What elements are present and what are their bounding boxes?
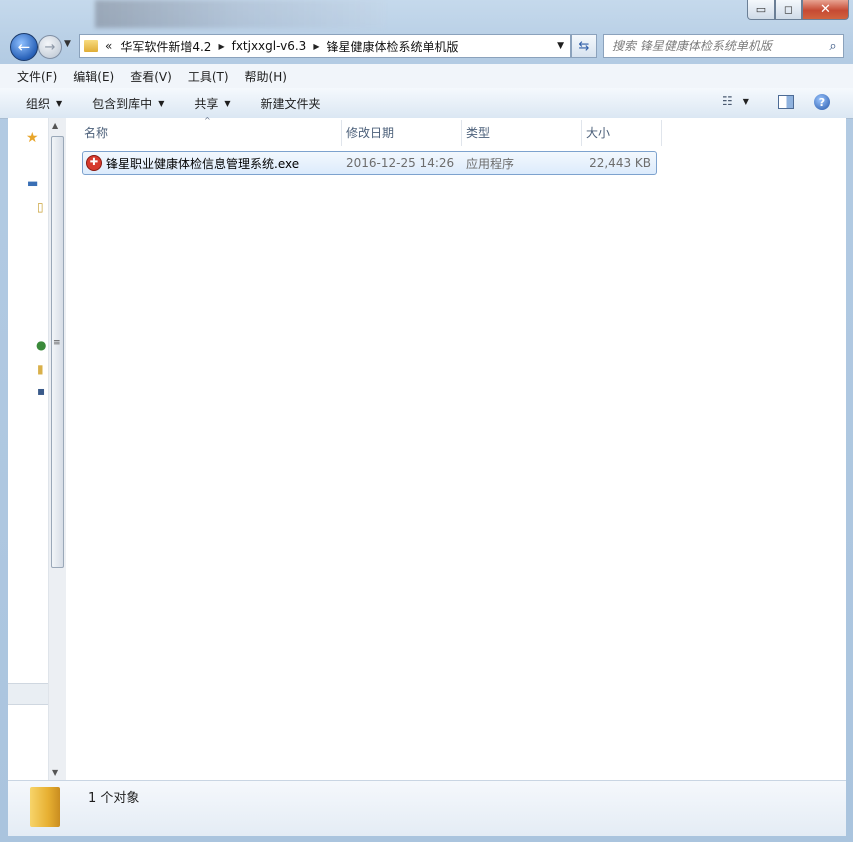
breadcrumb-item[interactable]: fxtjxxgl-v6.3 [227, 39, 312, 53]
breadcrumb-separator-icon[interactable]: ▶ [216, 42, 226, 51]
scroll-up-icon[interactable]: ▲ [52, 121, 58, 130]
help-icon: ? [818, 95, 826, 109]
breadcrumb-item-current[interactable]: 锋星健康体检系统单机版 [321, 38, 463, 55]
maximize-button[interactable]: ◻ [775, 0, 802, 20]
item-count: 1 个对象 [88, 791, 140, 806]
file-row[interactable]: ✚ 锋星职业健康体检信息管理系统.exe 2016-12-25 14:26 应用… [82, 151, 657, 175]
address-overflow-chevron[interactable]: « [102, 39, 115, 53]
new-folder-button[interactable]: 新建文件夹 [261, 95, 321, 112]
refresh-icon: ⇆ [578, 38, 590, 54]
menu-bar: 文件(F) 编辑(E) 查看(V) 工具(T) 帮助(H) [0, 64, 853, 89]
minimize-button[interactable]: ▭ [747, 0, 775, 20]
forward-arrow-icon: → [44, 39, 56, 55]
address-dropdown-icon[interactable]: ▼ [551, 41, 570, 51]
share-button[interactable]: 共享 ▼ [194, 95, 230, 112]
back-arrow-icon: ← [17, 38, 31, 56]
command-bar: 组织 ▼ 包含到库中 ▼ 共享 ▼ 新建文件夹 ☷ ▼ ? [0, 88, 853, 119]
favorites-star-icon[interactable]: ★ [26, 130, 39, 146]
column-headers: 名称 修改日期 类型 大小 [80, 120, 662, 146]
preview-pane-button[interactable] [778, 95, 794, 109]
title-bar[interactable]: ▭ ◻ ✕ [0, 0, 853, 30]
back-button[interactable]: ← [10, 33, 38, 61]
column-header-date[interactable]: 修改日期 [342, 120, 462, 146]
include-library-label: 包含到库中 [92, 96, 153, 111]
breadcrumb-item[interactable]: 华军软件新增4.2 [115, 38, 216, 55]
folder-large-icon [30, 787, 60, 827]
search-box[interactable]: ⌕ [603, 34, 844, 58]
new-folder-label: 新建文件夹 [260, 96, 321, 111]
chevron-down-icon: ▼ [56, 98, 63, 108]
exe-icon: ✚ [86, 155, 102, 171]
blurred-title-region [95, 0, 385, 28]
file-date: 2016-12-25 14:26 [346, 156, 455, 170]
file-size: 22,443 KB [589, 156, 651, 170]
menu-help[interactable]: 帮助(H) [228, 68, 295, 85]
menu-view[interactable]: 查看(V) [113, 68, 180, 85]
refresh-button[interactable]: ⇆ [571, 34, 597, 58]
address-bar[interactable]: « 华军软件新增4.2 ▶ fxtjxxgl-v6.3 ▶ 锋星健康体检系统单机… [79, 34, 571, 58]
details-view-icon: ☷ [722, 94, 733, 108]
scroll-down-icon[interactable]: ▼ [52, 768, 58, 777]
forward-button[interactable]: → [38, 35, 62, 59]
file-type: 应用程序 [466, 156, 515, 171]
navigation-pane-selection [8, 683, 48, 705]
help-button[interactable]: ? [814, 94, 830, 110]
file-name-cell: ✚ 锋星职业健康体检信息管理系统.exe [83, 155, 342, 172]
chevron-down-icon: ▼ [224, 98, 231, 108]
network-icon[interactable]: ▪ [37, 384, 45, 398]
column-header-size[interactable]: 大小 [582, 120, 662, 146]
search-input[interactable] [604, 38, 823, 54]
organize-label: 组织 [26, 96, 51, 111]
library-icon[interactable]: ▯ [37, 200, 44, 214]
column-header-type[interactable]: 类型 [462, 120, 582, 146]
navigation-scrollbar[interactable]: ▲ ≡ ▼ [48, 118, 66, 780]
include-library-button[interactable]: 包含到库中 ▼ [92, 95, 164, 112]
view-options-button[interactable]: ☷ ▼ [722, 94, 749, 108]
organize-button[interactable]: 组织 ▼ [26, 95, 62, 112]
folder-icon [84, 40, 98, 52]
computer-icon[interactable]: ▮ [37, 362, 44, 376]
column-header-name[interactable]: 名称 [80, 120, 342, 146]
file-name: 锋星职业健康体检信息管理系统.exe [106, 156, 300, 171]
scrollbar-grip-icon: ≡ [53, 338, 61, 348]
desktop-icon[interactable]: ▬ [27, 176, 38, 190]
recent-pages-dropdown[interactable]: ▼ [64, 39, 71, 49]
explorer-window: ▭ ◻ ✕ ← → ▼ « 华军软件新增4.2 ▶ fxtjxxgl-v6.3 … [0, 0, 853, 842]
chevron-down-icon: ▼ [158, 98, 165, 108]
scrollbar-thumb[interactable] [51, 136, 64, 568]
close-button[interactable]: ✕ [802, 0, 849, 20]
share-label: 共享 [194, 96, 219, 111]
file-list[interactable]: ^ 名称 修改日期 类型 大小 ✚ 锋星职业健康体检信息管理系统.exe 201… [66, 116, 846, 780]
homegroup-icon[interactable]: ● [36, 338, 46, 352]
navigation-bar: ← → ▼ « 华军软件新增4.2 ▶ fxtjxxgl-v6.3 ▶ 锋星健康… [0, 30, 853, 62]
search-icon[interactable]: ⌕ [823, 39, 843, 54]
details-pane: 1 个对象 [8, 780, 846, 836]
chevron-down-icon: ▼ [742, 96, 749, 106]
window-controls: ▭ ◻ ✕ [747, 0, 849, 20]
breadcrumb-separator-icon[interactable]: ▶ [311, 42, 321, 51]
